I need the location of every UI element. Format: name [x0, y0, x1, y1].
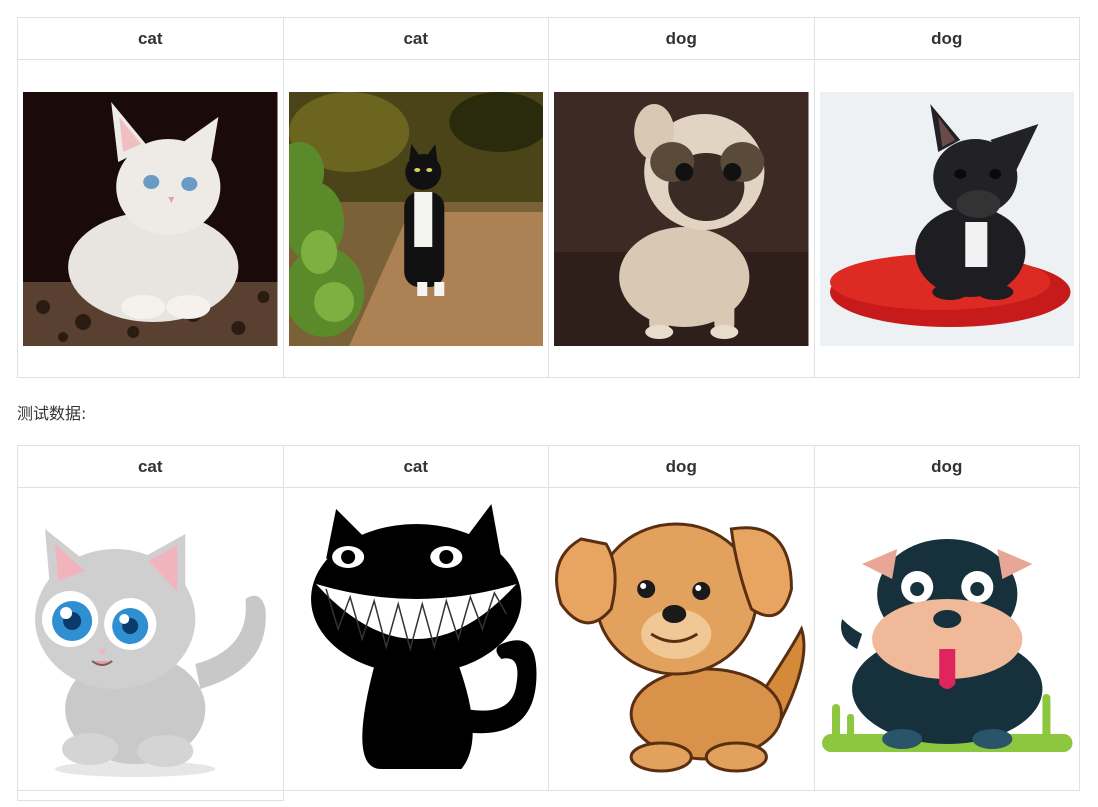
column-header: cat [282, 445, 549, 488]
training-image-table: cat cat dog dog [17, 17, 1080, 378]
table-fragment [17, 790, 284, 801]
french-bulldog-on-red-pillow-photo [819, 91, 1074, 346]
column-header: cat [17, 17, 284, 60]
cartoon-grinning-black-cat-illustration [286, 499, 547, 779]
image-cell [548, 487, 815, 791]
column-header: cat [17, 445, 284, 488]
cartoon-brown-puppy-illustration [551, 499, 812, 779]
column-header: dog [813, 17, 1080, 60]
pug-puppy-photo [554, 91, 809, 346]
test-image-table: cat cat dog dog [17, 445, 1080, 791]
column-header: cat [282, 17, 549, 60]
image-cell [548, 59, 815, 378]
column-header: dog [813, 445, 1080, 488]
column-header: dog [548, 445, 815, 488]
black-white-cat-on-path-photo [288, 91, 543, 346]
test-data-label: 测试数据: [17, 404, 87, 423]
image-cell [813, 487, 1080, 791]
image-cell [282, 59, 549, 378]
cartoon-bulldog-illustration [817, 499, 1078, 779]
image-cell [813, 59, 1080, 378]
column-header: dog [548, 17, 815, 60]
image-cell [17, 487, 284, 791]
cartoon-grey-kitten-illustration [20, 499, 281, 779]
white-kitten-photo [23, 91, 278, 346]
image-cell [17, 59, 284, 378]
image-cell [282, 487, 549, 791]
